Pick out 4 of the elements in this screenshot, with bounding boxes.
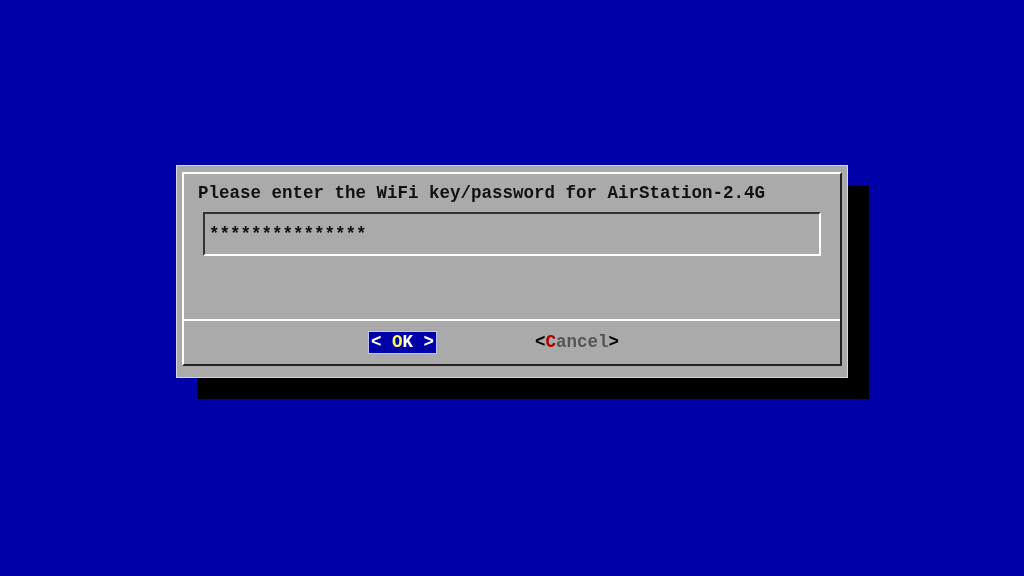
cancel-button[interactable]: <Cancel> <box>533 332 622 353</box>
ok-button[interactable]: < OK > <box>368 331 438 354</box>
dialog-prompt: Please enter the WiFi key/password for AirStation-2.4G <box>198 182 767 204</box>
password-field[interactable]: *************** <box>203 212 821 256</box>
